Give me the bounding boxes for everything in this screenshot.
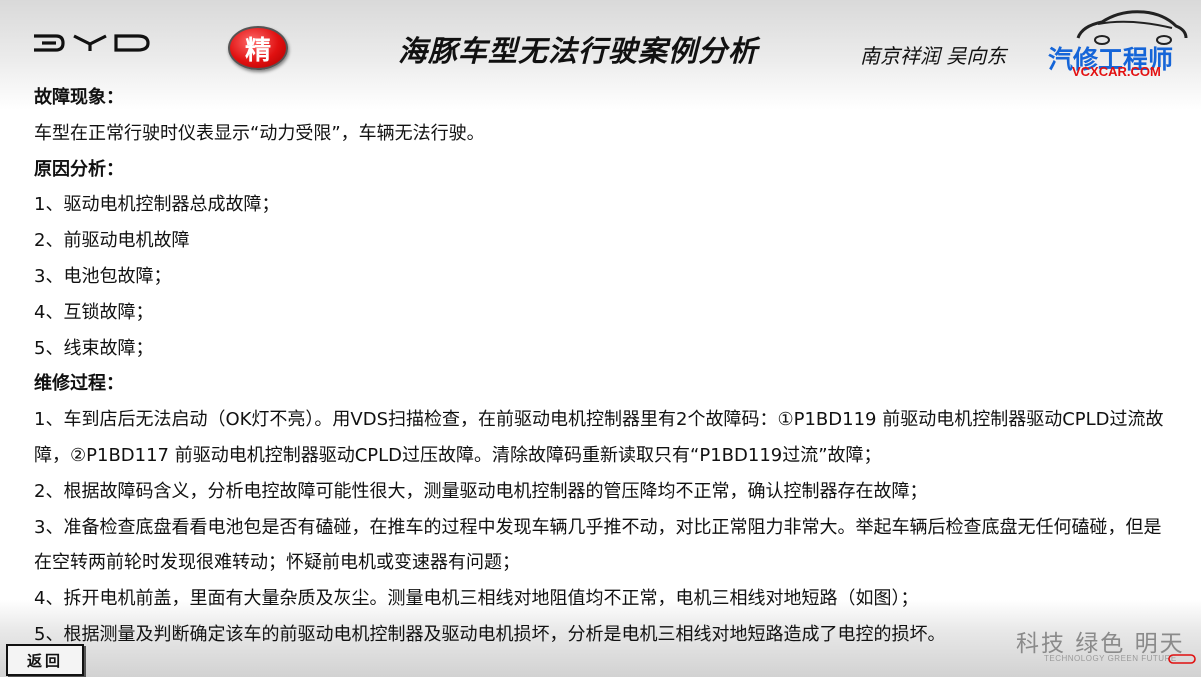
cause-item: 5、线束故障；	[34, 337, 154, 359]
page-title: 海豚车型无法行驶案例分析	[398, 34, 759, 68]
cause-item: 1、驱动电机控制器总成故障；	[34, 194, 280, 216]
footer-slogan: 科技 绿色 明天	[1016, 631, 1185, 657]
brand-url: VCXCAR.COM	[1072, 64, 1161, 79]
article-body: 故障现象： 车型在正常行驶时仪表显示“动力受限”，车辆无法行驶。 原因分析： 1…	[34, 80, 1174, 653]
footer-slogan-sub: TECHNOLOGY GREEN FUTURE	[1044, 654, 1177, 663]
byd-logo-icon	[34, 34, 150, 52]
repair-step: 1、车到店后无法启动（OK灯不亮）。用VDS扫描检查，在前驱动电机控制器里有2个…	[34, 409, 1164, 466]
repair-step: 4、拆开电机前盖，里面有大量杂质及灰尘。测量电机三相线对地阻值均不正常，电机三相…	[34, 588, 919, 610]
cause-item: 3、电池包故障；	[34, 265, 172, 287]
byd-mini-logo-icon	[1168, 654, 1196, 664]
featured-badge: 精	[228, 26, 288, 70]
back-button[interactable]: 返回	[6, 644, 84, 676]
repair-heading: 维修过程：	[34, 373, 124, 395]
symptom-text: 车型在正常行驶时仪表显示“动力受限”，车辆无法行驶。	[34, 122, 485, 144]
author-label: 南京祥润 吴向东	[860, 44, 1007, 68]
repair-step: 5、根据测量及判断确定该车的前驱动电机控制器及驱动电机损坏，分析是电机三相线对地…	[34, 623, 946, 645]
cause-heading: 原因分析：	[34, 158, 124, 180]
repair-step: 2、根据故障码含义，分析电控故障可能性很大，测量驱动电机控制器的管压降均不正常，…	[34, 480, 928, 502]
cause-item: 4、互锁故障；	[34, 301, 154, 323]
cause-item: 2、前驱动电机故障	[34, 230, 190, 252]
repair-step: 3、准备检查底盘看看电池包是否有磕碰，在推车的过程中发现车辆几乎推不动，对比正常…	[34, 516, 1162, 574]
symptom-heading: 故障现象：	[34, 87, 124, 108]
